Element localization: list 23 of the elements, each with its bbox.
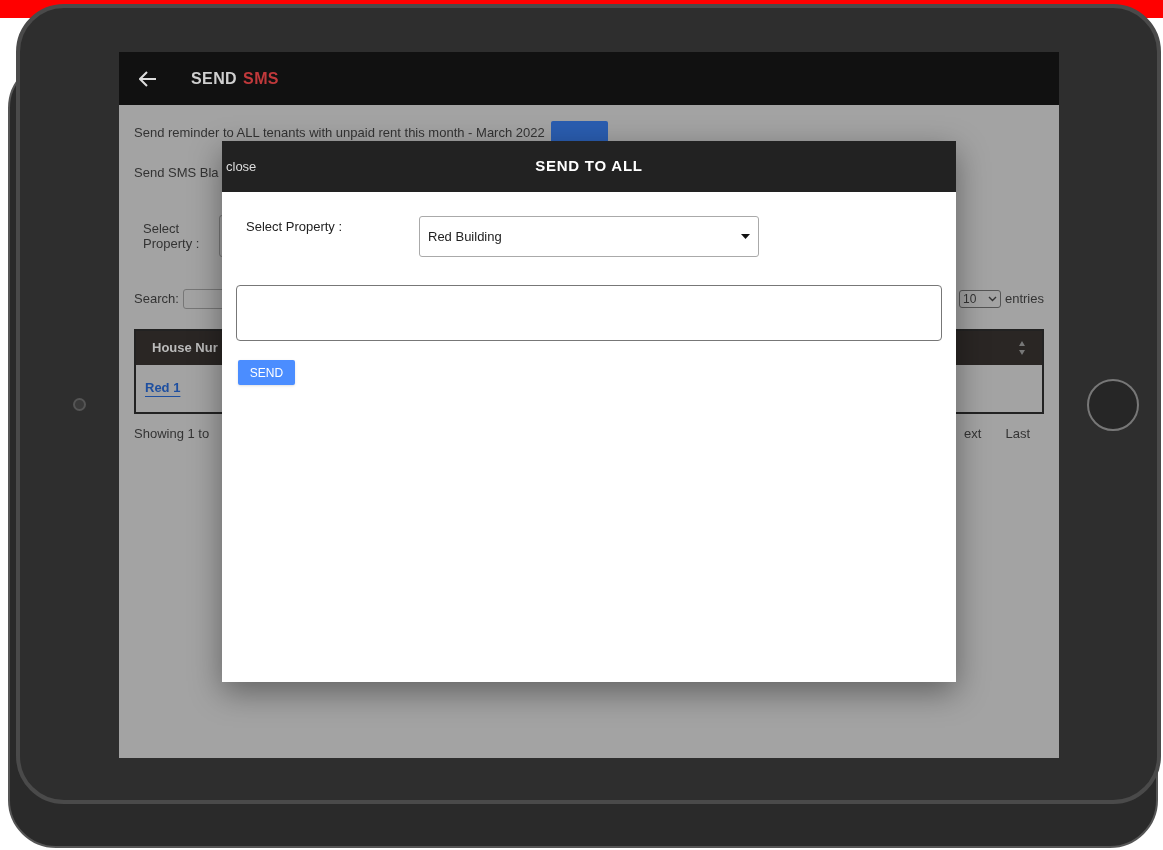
- entries-label: entries: [1004, 289, 1044, 308]
- property-label: Select Property :: [143, 220, 201, 251]
- table-info: Showing 1 to: [134, 424, 210, 443]
- reminder-text: Send reminder to ALL tenants with unpaid rent this month - March 2022: [134, 124, 545, 143]
- page-title: SEND: [191, 68, 238, 89]
- entries-select[interactable]: 10: [958, 289, 1001, 308]
- property-label: Select Property :: [246, 218, 344, 236]
- send-button[interactable]: SEND: [238, 360, 295, 385]
- pagination-link[interactable]: Last: [1005, 423, 1030, 443]
- back-arrow-icon[interactable]: [139, 70, 157, 87]
- page-title-accent: SMS: [243, 68, 279, 89]
- blast-label: Send SMS Bla: [134, 165, 219, 180]
- modal-title: SEND TO ALL: [535, 156, 643, 177]
- dropdown-caret-icon: [741, 234, 750, 239]
- house-link[interactable]: Red 1: [145, 378, 181, 398]
- pagination-link[interactable]: ext: [964, 423, 982, 443]
- close-button[interactable]: close: [226, 156, 257, 177]
- message-field[interactable]: [236, 285, 942, 341]
- chevron-down-icon: [987, 295, 997, 302]
- column-header[interactable]: House Nur: [152, 337, 218, 358]
- sort-icon[interactable]: [1018, 339, 1026, 356]
- property-select[interactable]: Red Building: [419, 216, 759, 257]
- search-label: Search:: [134, 289, 179, 308]
